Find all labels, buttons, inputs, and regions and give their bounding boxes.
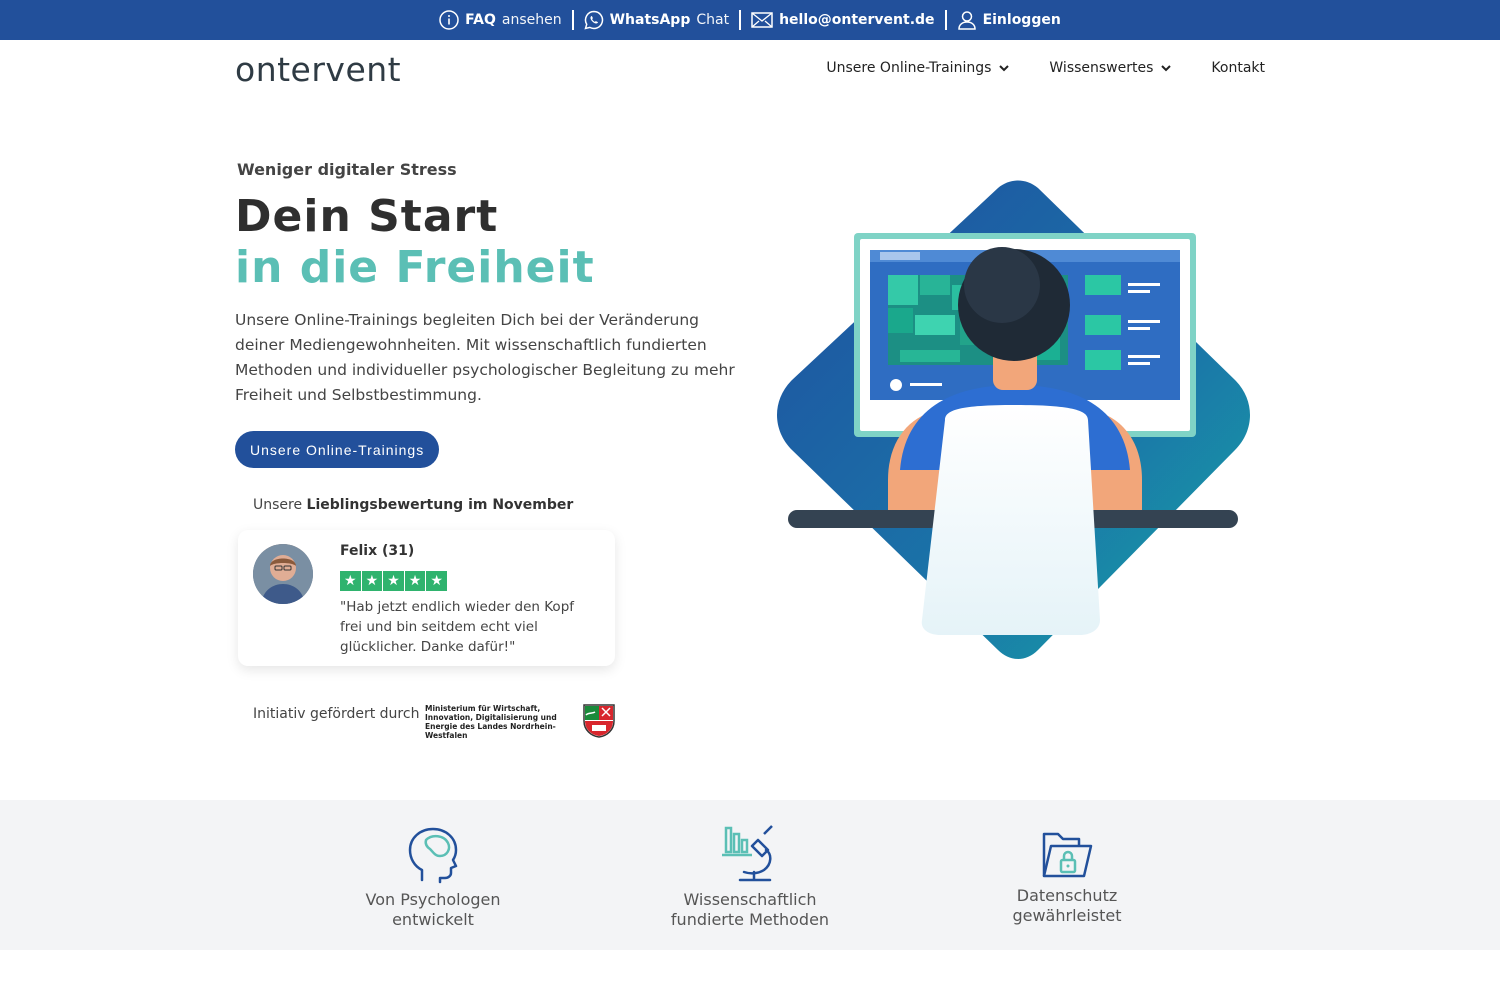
nav-label: Kontakt [1211,60,1265,76]
head-icon [408,827,458,884]
feature-line2: gewährleistet [1012,906,1122,925]
review-heading-prefix: Unsere [253,497,303,513]
mail-icon [751,12,773,28]
email-link[interactable]: hello@ontervent.de [741,12,944,28]
whatsapp-link[interactable]: WhatsApp Chat [574,10,739,30]
hero-illustration [777,180,1250,659]
avatar [253,544,313,604]
review-heading: Unsere Lieblingsbewertung im November [253,497,573,513]
faq-label-bold: FAQ [465,12,496,28]
whatsapp-label-rest: Chat [696,12,730,28]
review-heading-bold: Lieblingsbewertung im November [306,497,574,513]
email-label: hello@ontervent.de [779,12,935,28]
trainings-cta-button[interactable]: Unsere Online-Trainings [235,431,440,468]
star-icon: ★ [340,571,361,591]
feature-psychologists: Von Psychologen entwickelt [333,826,533,930]
feature-line2: entwickelt [392,910,474,929]
whatsapp-label-bold: WhatsApp [609,12,691,28]
feature-line1: Datenschutz [1016,886,1118,905]
site-logo[interactable]: ontervent [235,50,401,89]
hero-title-line1: Dein Start [235,191,499,242]
top-bar: FAQ ansehen WhatsApp Chat hello@onterven… [0,0,1500,40]
nav-label: Unsere Online-Trainings [826,60,992,76]
star-icon: ★ [383,571,404,591]
star-icon: ★ [426,571,447,591]
nav-item-wissenswertes[interactable]: Wissenswertes [1049,60,1172,76]
chevron-down-icon [1161,64,1172,71]
nrw-crest-icon [583,704,615,738]
ministry-name: Ministerium für Wirtschaft, Innovation, … [425,704,557,740]
login-label: Einloggen [982,12,1061,28]
feature-line2: fundierte Methoden [670,910,830,929]
hero-lead: Unsere Online-Trainings begleiten Dich b… [235,311,735,404]
feature-line1: Wissenschaftlich [683,890,817,909]
login-link[interactable]: Einloggen [947,10,1071,30]
star-icon: ★ [404,571,426,591]
star-icon: ★ [361,571,383,591]
faq-label-rest: ansehen [501,12,562,28]
chevron-down-icon [999,64,1010,71]
reviewer-name: Felix (31) [340,543,415,559]
funding-label: Initiativ gefördert durch [253,706,420,722]
review-card: Felix (31) ★ ★ ★ ★ ★ "Hab jetzt endlich … [238,530,615,666]
info-icon [439,10,459,30]
whatsapp-icon [584,10,603,30]
main-nav: Unsere Online-Trainings Wissenswertes Ko… [826,60,1265,76]
nav-label: Wissenswertes [1049,60,1154,76]
features-strip: Von Psychologen entwickelt Wissenschaftl… [0,800,1500,950]
microscope-icon [722,825,773,882]
feature-science: Wissenschaftlich fundierte Methoden [650,824,850,930]
feature-line1: Von Psychologen [365,890,501,909]
hero-title-line2: in die Freiheit [235,242,595,293]
user-icon [957,11,976,30]
folder-lock-icon [1042,832,1093,878]
feature-privacy: Datenschutz gewährleistet [967,830,1167,926]
faq-link[interactable]: FAQ ansehen [429,10,571,30]
hero-eyebrow: Weniger digitaler Stress [237,160,457,179]
nav-item-trainings[interactable]: Unsere Online-Trainings [826,60,1010,76]
star-rating: ★ ★ ★ ★ ★ [340,571,447,591]
review-text: "Hab jetzt endlich wieder den Kopf frei … [340,599,575,655]
nav-item-kontakt[interactable]: Kontakt [1211,60,1265,76]
